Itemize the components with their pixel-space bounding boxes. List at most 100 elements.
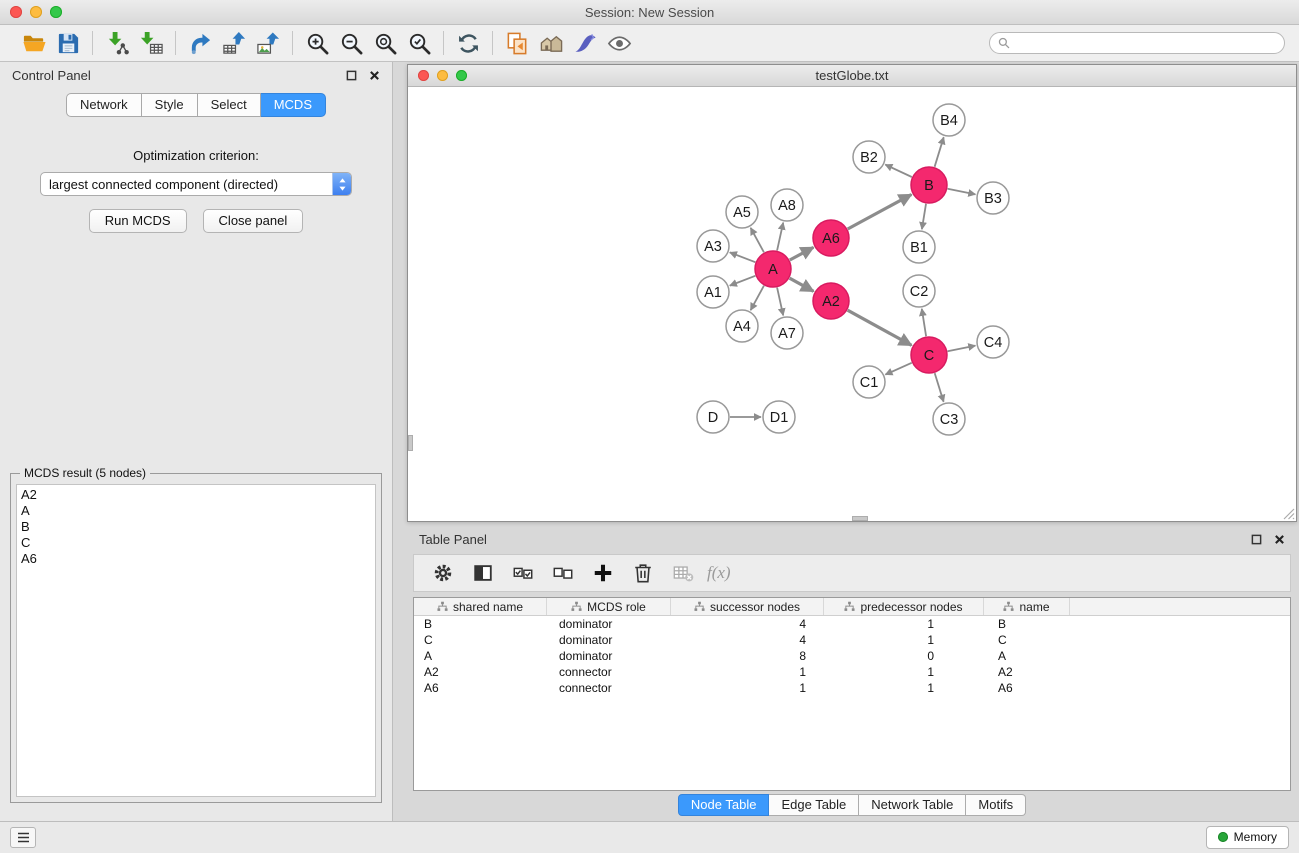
table-row[interactable]: A6connector11A6 [414,680,1290,696]
network-minimize-button[interactable] [437,70,448,81]
close-panel-action-button[interactable]: Close panel [203,209,304,233]
zoom-selected-button[interactable] [404,28,434,58]
edge-C-C1[interactable] [885,363,911,375]
edge-C-C3[interactable] [935,373,944,402]
splitter-handle-icon[interactable] [852,516,868,521]
tab-style[interactable]: Style [142,93,198,117]
node-B1[interactable]: B1 [903,231,935,263]
zoom-fit-button[interactable] [370,28,400,58]
run-mcds-button[interactable]: Run MCDS [89,209,187,233]
task-history-button[interactable] [10,827,36,848]
float-table-panel-button[interactable] [1251,534,1262,545]
node-C1[interactable]: C1 [853,366,885,398]
node-B3[interactable]: B3 [977,182,1009,214]
tab-select[interactable]: Select [198,93,261,117]
export-network-button[interactable] [185,28,215,58]
edge-B-B3[interactable] [948,189,976,195]
node-C[interactable]: C [911,337,947,373]
save-button[interactable] [53,28,83,58]
brush-button[interactable] [570,28,600,58]
export-image-button[interactable] [253,28,283,58]
node-A[interactable]: A [755,251,791,287]
edge-A-A3[interactable] [730,252,756,262]
column-header-name[interactable]: name [984,598,1070,615]
edge-A-A1[interactable] [730,276,756,286]
export-table-button[interactable] [219,28,249,58]
table-row[interactable]: Bdominator41B [414,616,1290,632]
zoom-out-button[interactable] [336,28,366,58]
node-A7[interactable]: A7 [771,317,803,349]
close-table-panel-button[interactable] [1274,534,1285,545]
mcds-result-item[interactable]: B [21,519,375,535]
node-A6[interactable]: A6 [813,220,849,256]
tab-network-table[interactable]: Network Table [859,794,966,816]
tab-mcds[interactable]: MCDS [261,93,326,117]
mcds-result-list[interactable]: A2ABCA6 [16,484,376,797]
edge-B-B2[interactable] [885,165,912,177]
memory-button[interactable]: Memory [1206,826,1289,849]
edge-A-A7[interactable] [777,288,783,316]
refresh-button[interactable] [453,28,483,58]
mcds-result-item[interactable]: A6 [21,551,375,567]
tab-network[interactable]: Network [66,93,142,117]
minimize-window-button[interactable] [30,6,42,18]
float-panel-button[interactable] [346,70,357,81]
add-button[interactable] [586,558,620,588]
column-header-successor-nodes[interactable]: successor nodes [671,598,824,615]
node-A1[interactable]: A1 [697,276,729,308]
columns-button[interactable] [466,558,500,588]
node-A4[interactable]: A4 [726,310,758,342]
tab-node-table[interactable]: Node Table [678,794,770,816]
import-network-button[interactable] [102,28,132,58]
mcds-result-item[interactable]: A [21,503,375,519]
node-A5[interactable]: A5 [726,196,758,228]
deselect-all-button[interactable] [546,558,580,588]
import-table-button[interactable] [136,28,166,58]
node-B4[interactable]: B4 [933,104,965,136]
node-A2[interactable]: A2 [813,283,849,319]
network-zoom-button[interactable] [456,70,467,81]
table-row[interactable]: A2connector11A2 [414,664,1290,680]
edge-C-C2[interactable] [922,309,926,336]
houses-button[interactable] [536,28,566,58]
tab-motifs[interactable]: Motifs [966,794,1026,816]
edge-A-A4[interactable] [751,286,764,311]
node-C2[interactable]: C2 [903,275,935,307]
close-window-button[interactable] [10,6,22,18]
column-header-predecessor-nodes[interactable]: predecessor nodes [824,598,984,615]
node-A8[interactable]: A8 [771,189,803,221]
documents-button[interactable] [502,28,532,58]
edge-A6-B[interactable] [848,195,912,230]
select-all-button[interactable] [506,558,540,588]
eye-button[interactable] [604,28,634,58]
node-D[interactable]: D [697,401,729,433]
edge-A-A6[interactable] [790,247,814,260]
search-input[interactable] [989,32,1285,54]
remove-columns-button[interactable] [666,558,700,588]
edge-B-B1[interactable] [922,204,926,229]
column-header-mcds-role[interactable]: MCDS role [547,598,671,615]
node-B2[interactable]: B2 [853,141,885,173]
edge-A2-C[interactable] [848,310,912,345]
zoom-in-button[interactable] [302,28,332,58]
tab-edge-table[interactable]: Edge Table [769,794,859,816]
network-canvas[interactable]: B4B2BB3A5A8A6B1A3AC2A1A2A4A7C4CC1C3DD1 [408,87,1296,521]
function-button[interactable]: f(x) [706,558,740,588]
splitter-handle-icon[interactable] [408,435,413,451]
open-folder-button[interactable] [19,28,49,58]
edge-C-C4[interactable] [948,346,976,352]
node-C3[interactable]: C3 [933,403,965,435]
zoom-window-button[interactable] [50,6,62,18]
column-header-shared-name[interactable]: shared name [414,598,547,615]
edge-B-B4[interactable] [935,137,944,167]
table-row[interactable]: Cdominator41C [414,632,1290,648]
edge-A-A5[interactable] [751,228,764,253]
mcds-result-item[interactable]: A2 [21,487,375,503]
network-window-titlebar[interactable]: testGlobe.txt [408,65,1296,87]
mcds-result-item[interactable]: C [21,535,375,551]
trash-button[interactable] [626,558,660,588]
criterion-dropdown[interactable]: largest connected component (directed) [40,172,352,196]
node-A3[interactable]: A3 [697,230,729,262]
node-B[interactable]: B [911,167,947,203]
table-row[interactable]: Adominator80A [414,648,1290,664]
